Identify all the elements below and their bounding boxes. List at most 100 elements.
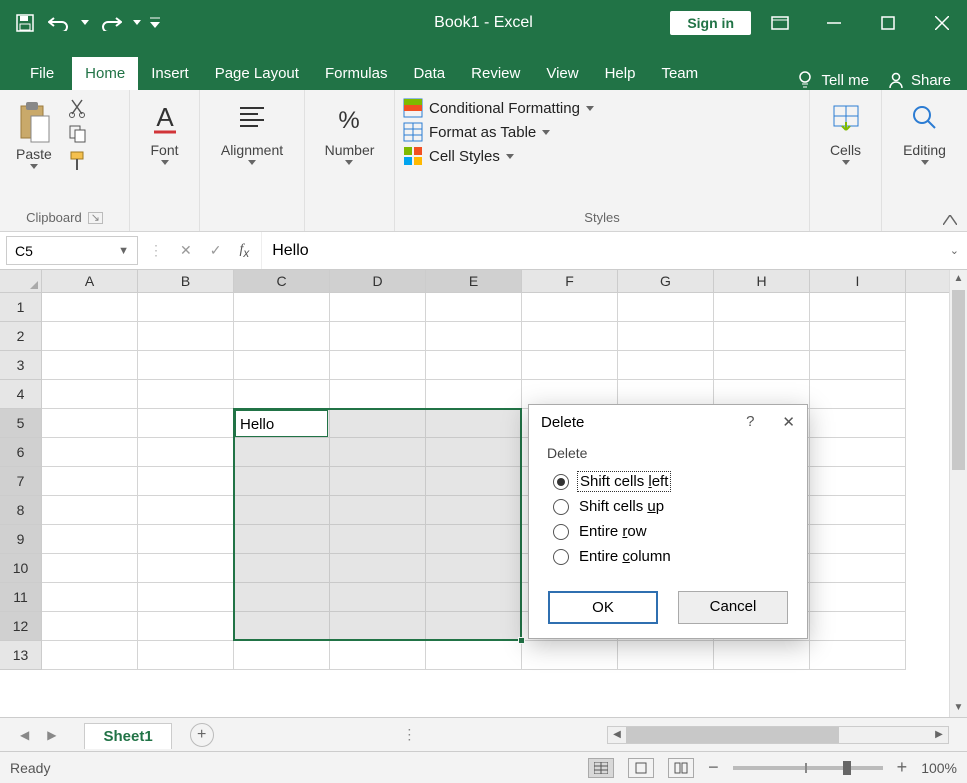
cancel-button[interactable]: Cancel xyxy=(678,591,788,624)
cancel-formula-icon[interactable]: ✕ xyxy=(180,242,192,259)
close-icon[interactable] xyxy=(917,0,967,46)
sign-in-button[interactable]: Sign in xyxy=(670,11,751,35)
cell[interactable] xyxy=(234,496,330,525)
collapse-ribbon-icon[interactable] xyxy=(943,215,957,225)
sheet-nav-prev-icon[interactable]: ◀ xyxy=(20,728,29,742)
cell[interactable] xyxy=(330,438,426,467)
enter-formula-icon[interactable]: ✓ xyxy=(210,242,222,259)
cell[interactable] xyxy=(426,409,522,438)
undo-dropdown-icon[interactable] xyxy=(78,8,92,38)
paste-button[interactable]: Paste xyxy=(8,96,60,173)
dialog-help-icon[interactable]: ? xyxy=(746,413,754,431)
tab-page-layout[interactable]: Page Layout xyxy=(202,57,312,90)
cell[interactable] xyxy=(618,293,714,322)
cell[interactable] xyxy=(522,641,618,670)
formula-input[interactable]: Hello ⌄ xyxy=(261,232,967,269)
cell[interactable] xyxy=(810,409,906,438)
cell[interactable] xyxy=(138,322,234,351)
scroll-thumb[interactable] xyxy=(952,290,965,470)
cell[interactable] xyxy=(330,467,426,496)
cell[interactable] xyxy=(234,293,330,322)
horizontal-scrollbar[interactable]: ◀ ▶ xyxy=(607,726,949,744)
cell[interactable] xyxy=(42,409,138,438)
cell[interactable] xyxy=(330,380,426,409)
fx-icon[interactable]: fx xyxy=(239,242,249,260)
row-12[interactable]: 12 xyxy=(0,612,42,641)
editing-button[interactable]: Editing xyxy=(895,96,954,169)
tab-team[interactable]: Team xyxy=(648,57,711,90)
tab-data[interactable]: Data xyxy=(400,57,458,90)
number-button[interactable]: % Number xyxy=(317,96,383,169)
save-icon[interactable] xyxy=(10,8,40,38)
radio-shift-left[interactable]: Shift cells left xyxy=(547,469,789,494)
cell[interactable] xyxy=(42,612,138,641)
cell[interactable] xyxy=(714,351,810,380)
col-D[interactable]: D xyxy=(330,270,426,292)
scroll-left-icon[interactable]: ◀ xyxy=(608,729,626,740)
cell[interactable] xyxy=(234,351,330,380)
cell[interactable] xyxy=(714,641,810,670)
cell[interactable] xyxy=(138,641,234,670)
cell[interactable] xyxy=(138,351,234,380)
cell[interactable] xyxy=(138,380,234,409)
cell[interactable] xyxy=(42,583,138,612)
cell[interactable] xyxy=(810,322,906,351)
cell[interactable] xyxy=(426,583,522,612)
cell[interactable] xyxy=(618,641,714,670)
cell[interactable] xyxy=(426,438,522,467)
cell[interactable] xyxy=(426,554,522,583)
cell[interactable] xyxy=(138,612,234,641)
scroll-down-icon[interactable]: ▼ xyxy=(950,699,967,717)
tab-home[interactable]: Home xyxy=(72,57,138,90)
cell[interactable] xyxy=(330,351,426,380)
zoom-slider[interactable] xyxy=(733,766,883,770)
tab-view[interactable]: View xyxy=(533,57,591,90)
row-10[interactable]: 10 xyxy=(0,554,42,583)
tab-overflow-icon[interactable]: ⋮ xyxy=(390,726,430,743)
cell[interactable] xyxy=(330,641,426,670)
conditional-formatting-button[interactable]: Conditional Formatting xyxy=(403,98,594,118)
cell[interactable] xyxy=(426,525,522,554)
cell[interactable] xyxy=(330,583,426,612)
col-H[interactable]: H xyxy=(714,270,810,292)
cell-styles-button[interactable]: Cell Styles xyxy=(403,146,594,166)
tab-insert[interactable]: Insert xyxy=(138,57,202,90)
tab-review[interactable]: Review xyxy=(458,57,533,90)
cell[interactable] xyxy=(618,351,714,380)
cell[interactable] xyxy=(330,322,426,351)
cells-button[interactable]: Cells xyxy=(822,96,870,169)
row-7[interactable]: 7 xyxy=(0,467,42,496)
scroll-right-icon[interactable]: ▶ xyxy=(930,729,948,740)
cell[interactable] xyxy=(42,322,138,351)
col-B[interactable]: B xyxy=(138,270,234,292)
cell[interactable] xyxy=(234,409,330,438)
radio-entire-column[interactable]: Entire column xyxy=(547,544,789,569)
cell[interactable] xyxy=(234,438,330,467)
cell[interactable] xyxy=(234,525,330,554)
cell[interactable] xyxy=(330,409,426,438)
maximize-icon[interactable] xyxy=(863,0,913,46)
new-sheet-icon[interactable]: + xyxy=(190,723,214,747)
tab-help[interactable]: Help xyxy=(592,57,649,90)
qat-customize-icon[interactable] xyxy=(148,8,162,38)
cell[interactable] xyxy=(618,322,714,351)
cell[interactable] xyxy=(426,641,522,670)
cell[interactable] xyxy=(330,525,426,554)
cell[interactable] xyxy=(810,612,906,641)
cell[interactable] xyxy=(138,583,234,612)
row-5[interactable]: 5 xyxy=(0,409,42,438)
cell[interactable] xyxy=(42,641,138,670)
cut-icon[interactable] xyxy=(68,98,88,118)
col-A[interactable]: A xyxy=(42,270,138,292)
cell[interactable] xyxy=(426,322,522,351)
cell[interactable] xyxy=(810,293,906,322)
cell[interactable] xyxy=(426,612,522,641)
row-11[interactable]: 11 xyxy=(0,583,42,612)
cell[interactable] xyxy=(426,496,522,525)
row-13[interactable]: 13 xyxy=(0,641,42,670)
cell[interactable] xyxy=(138,496,234,525)
tab-formulas[interactable]: Formulas xyxy=(312,57,401,90)
cell[interactable] xyxy=(810,583,906,612)
row-1[interactable]: 1 xyxy=(0,293,42,322)
row-9[interactable]: 9 xyxy=(0,525,42,554)
